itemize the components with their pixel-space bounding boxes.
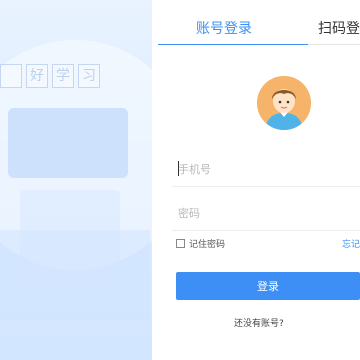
text-caret	[178, 161, 179, 176]
user-avatar-icon	[257, 76, 311, 130]
checkbox-icon[interactable]	[176, 239, 185, 248]
slogan-banner: 好 学 习	[0, 64, 100, 88]
login-page: 好 学 习 账号登录 扫码登 记住密码 忘记 登录	[0, 0, 360, 360]
forgot-password-link[interactable]: 忘记	[342, 237, 360, 250]
tab-divider	[308, 44, 360, 45]
slogan-char: 学	[52, 64, 74, 88]
slogan-char: 习	[78, 64, 100, 88]
password-input[interactable]	[172, 196, 360, 230]
password-underline	[172, 230, 360, 231]
tab-qr-login[interactable]: 扫码登	[318, 18, 360, 38]
login-button[interactable]: 登录	[176, 272, 360, 300]
illustration-panel: 好 学 习	[0, 0, 152, 360]
remember-password-label: 记住密码	[189, 240, 226, 250]
slogan-char	[0, 64, 22, 88]
phone-underline	[172, 186, 360, 187]
register-link[interactable]: 还没有账号?	[234, 316, 284, 329]
slogan-char: 好	[26, 64, 48, 88]
decorative-desk	[0, 230, 150, 320]
decorative-screen	[8, 108, 128, 178]
tab-account-login[interactable]: 账号登录	[196, 18, 252, 38]
remember-password-checkbox[interactable]: 记住密码	[176, 237, 225, 250]
active-tab-underline	[158, 44, 308, 45]
phone-input[interactable]	[172, 152, 360, 186]
